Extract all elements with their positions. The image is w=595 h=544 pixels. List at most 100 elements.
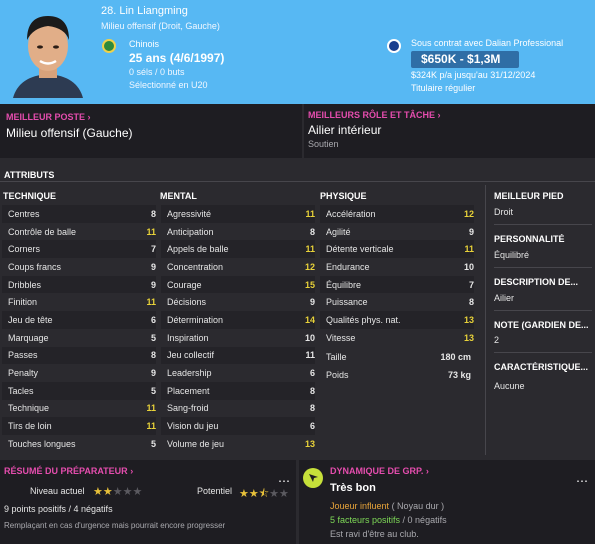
attribute-row[interactable]: Anticipation 8 (161, 223, 315, 241)
attribute-row[interactable]: Placement 8 (161, 381, 315, 400)
physique-attributes: Accélération 12 Agilité 9 Détente verticale 1… (320, 205, 474, 347)
more-options-icon[interactable]: ⋯ (576, 474, 588, 488)
star-icon: ★ (132, 486, 143, 498)
dynamics-note: Est ravi d'être au club. (330, 529, 419, 539)
attribute-row[interactable]: Vision du jeu 6 (161, 417, 315, 435)
contract-club[interactable]: Sous contrat avec Dalian Professional (411, 38, 563, 48)
coach-report-label[interactable]: RÉSUMÉ DU PRÉPARATEUR › (4, 466, 133, 476)
attribute-row[interactable]: Inspiration 10 (161, 329, 315, 347)
attribute-row[interactable]: Détermination 14 (161, 311, 315, 329)
attribute-value: 13 (463, 314, 474, 325)
attribute-row[interactable]: Puissance 8 (320, 293, 474, 311)
coach-points: 9 points positifs / 4 négatifs (4, 504, 113, 514)
attribute-name: Jeu collectif (167, 350, 215, 361)
best-role-panel[interactable]: MEILLEURS RÔLE ET TÂCHE › Ailier intérie… (304, 104, 595, 158)
media-description-value: Ailier (494, 293, 515, 303)
attribute-value: 5 (150, 332, 156, 343)
attribute-row[interactable]: Technique 11 (2, 400, 156, 418)
best-position-panel[interactable]: MEILLEUR POSTE › Milieu offensif (Gauche… (0, 104, 302, 158)
transfer-value-badge: $650K - $1,3M (411, 51, 519, 68)
attribute-name: Accélération (326, 208, 376, 219)
attribute-name: Vision du jeu (167, 421, 219, 432)
attribute-row[interactable]: Jeu collectif 11 (161, 346, 315, 365)
attribute-row[interactable]: Vitesse 13 (320, 329, 474, 347)
attribute-row[interactable]: Passes 8 (2, 346, 156, 365)
attribute-value: 9 (468, 226, 474, 237)
attribute-row[interactable]: Décisions 9 (161, 293, 315, 311)
attribute-name: Agilité (326, 226, 351, 237)
attribute-row[interactable]: Courage 15 (161, 275, 315, 294)
attribute-value: 9 (150, 368, 156, 379)
attribute-row[interactable]: Jeu de tête 6 (2, 311, 156, 329)
attribute-name: Qualités phys. nat. (326, 314, 401, 325)
attribute-row[interactable]: Penalty 9 (2, 364, 156, 382)
club-logo-icon[interactable] (387, 39, 401, 53)
personality-label: PERSONNALITÉ (494, 234, 565, 244)
attribute-name: Passes (8, 350, 38, 361)
attribute-row[interactable]: Dribbles 9 (2, 275, 156, 294)
attribute-row[interactable]: Agilité 9 (320, 223, 474, 241)
best-position-value: Milieu offensif (Gauche) (6, 126, 133, 140)
attribute-value: 6 (309, 368, 315, 379)
dynamics-panel[interactable]: DYNAMIQUE DE GRP. › ⋯ Très bon Joueur in… (299, 460, 595, 544)
influence-group: ( Noyau dur ) (391, 501, 445, 511)
attribute-value: 5 (150, 385, 156, 396)
attribute-row[interactable]: Détente verticale 11 (320, 240, 474, 259)
player-youth-caps: Sélectionné en U20 (129, 80, 208, 90)
attribute-row[interactable]: Tirs de loin 11 (2, 417, 156, 435)
attribute-row[interactable]: Qualités phys. nat. 13 (320, 311, 474, 329)
attribute-value: 11 (146, 297, 156, 308)
club-crest-icon[interactable] (102, 39, 116, 53)
divider (494, 310, 592, 311)
coach-report-panel[interactable]: RÉSUMÉ DU PRÉPARATEUR › ⋯ Niveau actuel … (0, 460, 296, 544)
attribute-row[interactable]: Tacles 5 (2, 381, 156, 400)
attribute-name: Jeu de tête (8, 314, 53, 325)
best-role-label[interactable]: MEILLEURS RÔLE ET TÂCHE › (308, 110, 441, 120)
star-icon: ★ (279, 488, 289, 500)
influence-value: Joueur influent (330, 501, 390, 511)
attribute-row[interactable]: Finition 11 (2, 293, 156, 311)
attribute-row[interactable]: Accélération 12 (320, 205, 474, 223)
attribute-name: Centres (8, 208, 40, 219)
attribute-row[interactable]: Contrôle de balle 11 (2, 223, 156, 241)
attribute-row[interactable]: Sang-froid 8 (161, 400, 315, 418)
attribute-name: Tirs de loin (8, 421, 52, 432)
attribute-value: 8 (150, 350, 156, 361)
attribute-value: 9 (150, 261, 156, 272)
technique-heading: TECHNIQUE (3, 191, 57, 201)
dynamics-label[interactable]: DYNAMIQUE DE GRP. › (330, 466, 429, 476)
star-icon: ★ (122, 486, 133, 498)
star-icon: ⯪ (258, 488, 270, 500)
attribute-value: 11 (146, 421, 156, 432)
attribute-row[interactable]: Concentration 12 (161, 258, 315, 276)
attribute-row[interactable]: Équilibre 7 (320, 275, 474, 294)
attribute-name: Inspiration (167, 332, 209, 343)
attribute-row[interactable]: Volume de jeu 13 (161, 435, 315, 453)
attribute-row[interactable]: Corners 7 (2, 240, 156, 259)
divider (494, 224, 592, 225)
attribute-row[interactable]: Appels de balle 11 (161, 240, 315, 259)
attribute-row[interactable]: Leadership 6 (161, 364, 315, 382)
star-icon: ★ (269, 488, 280, 500)
attribute-name: Dribbles (8, 279, 42, 290)
attribute-name: Courage (167, 279, 202, 290)
player-caps: 0 séls / 0 buts (129, 67, 185, 77)
personality-value: Équilibré (494, 250, 530, 260)
attribute-value: 9 (150, 279, 156, 290)
attribute-value: 8 (468, 297, 474, 308)
attribute-row[interactable]: Centres 8 (2, 205, 156, 223)
attribute-value: 10 (304, 332, 315, 343)
weight-value: 73 kg (447, 370, 471, 380)
attribute-row[interactable]: Agressivité 11 (161, 205, 315, 223)
player-nationality[interactable]: Chinois (129, 39, 159, 49)
happiness-factors: 5 facteurs positifs / 0 négatifs (330, 515, 447, 525)
attribute-row[interactable]: Endurance 10 (320, 258, 474, 276)
attribute-value: 5 (150, 438, 156, 449)
attribute-row[interactable]: Coups francs 9 (2, 258, 156, 276)
current-ability-stars: ★★★★★ (93, 485, 142, 498)
best-position-label[interactable]: MEILLEUR POSTE › (6, 112, 91, 122)
attribute-row[interactable]: Touches longues 5 (2, 435, 156, 453)
player-name[interactable]: 28. Lin Liangming (101, 5, 188, 17)
attribute-row[interactable]: Marquage 5 (2, 329, 156, 347)
attribute-value: 7 (150, 244, 156, 255)
